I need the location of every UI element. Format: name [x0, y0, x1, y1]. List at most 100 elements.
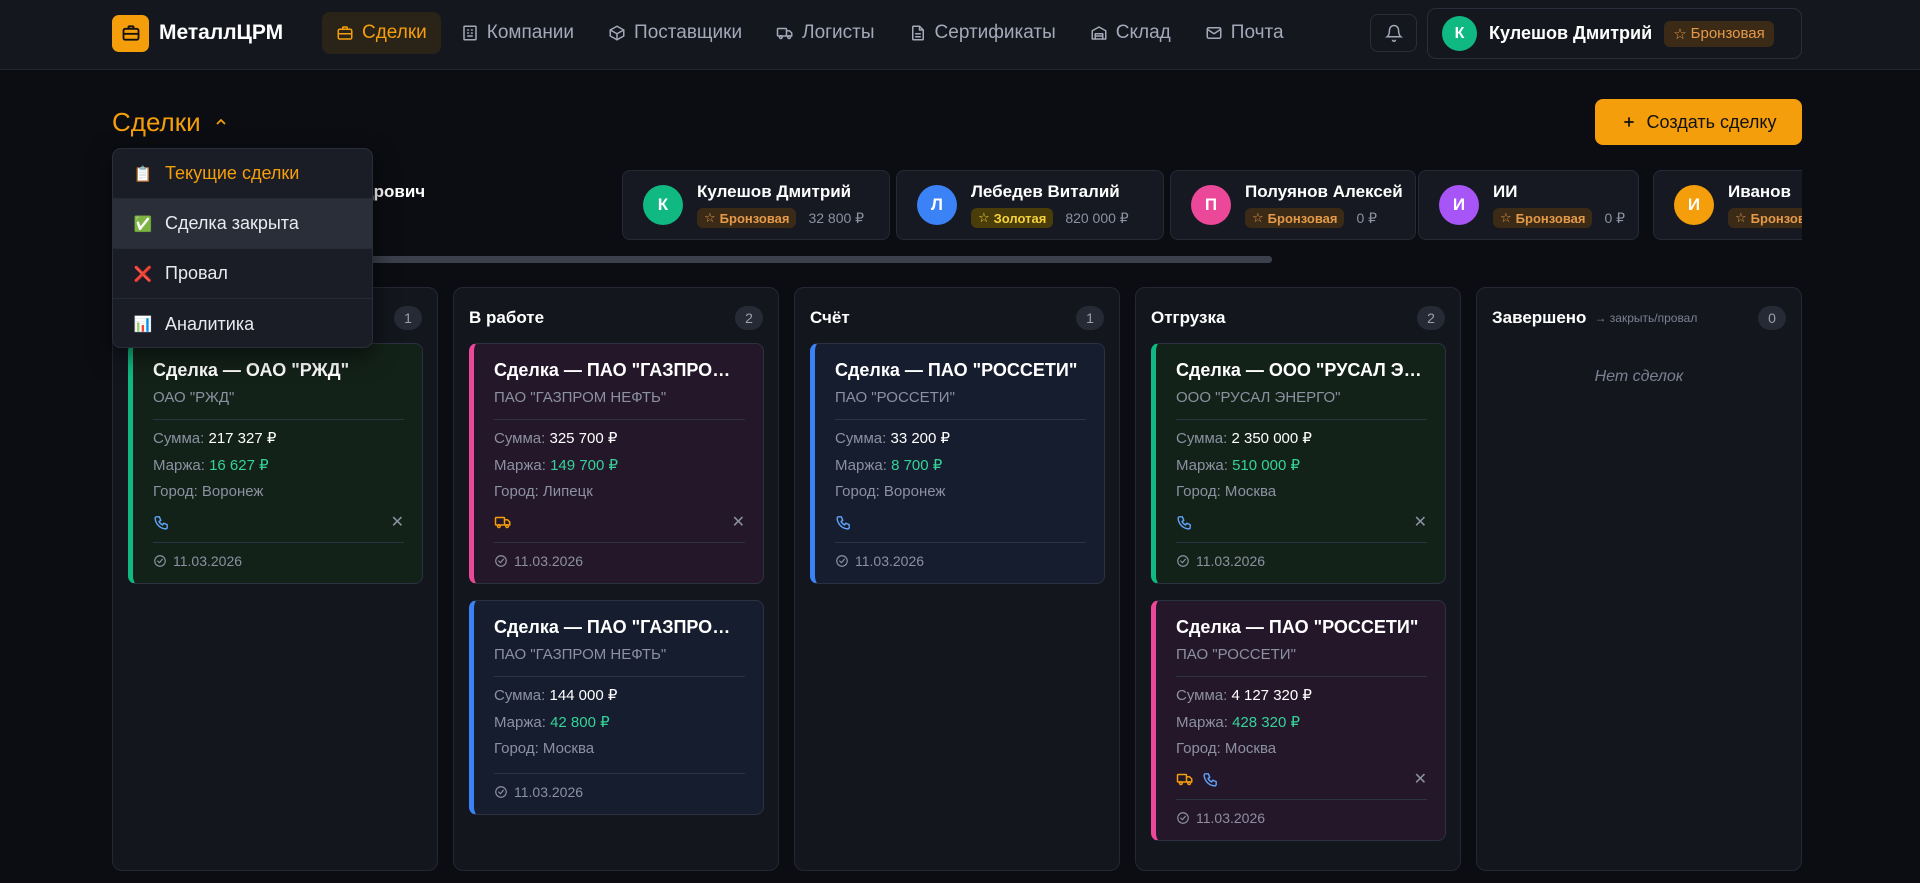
notifications-button[interactable] [1370, 14, 1417, 52]
close-icon[interactable]: ✕ [1414, 769, 1427, 789]
chevron-down-icon [1786, 33, 1787, 34]
sum-label: Сумма: [1176, 687, 1228, 704]
city-label: Город: [1176, 483, 1221, 500]
agent-card[interactable]: К Кулешов Дмитрий ☆ Бронзовая 32 800 ₽ [622, 170, 890, 240]
menu-item-1[interactable]: ✅ Сделка закрыта [113, 199, 372, 249]
nav-item-4[interactable]: Сертификаты [895, 12, 1070, 54]
board-column[interactable]: В работе 2 Сделка — ПАО "ГАЗПРОМ НЕФТЬ" ПАО… [453, 287, 779, 871]
deal-margin: 510 000 ₽ [1232, 457, 1301, 474]
briefcase-logo-icon [112, 14, 149, 52]
menu-item-3[interactable]: 📊 Аналитика [113, 299, 372, 347]
nav-item-1[interactable]: Компании [447, 12, 588, 54]
nav-item-label: Сделки [362, 22, 427, 43]
check-circle-icon [836, 555, 848, 567]
sum-label: Сумма: [494, 687, 546, 704]
nav-item-5[interactable]: Склад [1076, 12, 1185, 54]
top-navbar: МеталлЦРМ Сделки Компании Поставщики Логист… [0, 0, 1920, 70]
agent-tier-label: Бронзовая [719, 210, 790, 226]
deal-card[interactable]: Сделка — ОАО "РЖД" ОАО "РЖД" Сумма: 217 32… [128, 343, 423, 584]
deal-sum-row: Сумма: 144 000 ₽ [494, 686, 745, 704]
nav-item-label: Почта [1230, 22, 1284, 43]
document-icon [911, 25, 924, 41]
close-icon[interactable]: ✕ [732, 512, 745, 532]
column-subtitle: → закрыть/провал [1594, 311, 1698, 325]
deal-date-row: 11.03.2026 [1176, 799, 1427, 840]
board-column[interactable]: 1 Сделка — ОАО "РЖД" ОАО "РЖД" Сумма: 217 3… [112, 287, 438, 871]
board-column[interactable]: Завершено → закрыть/провал 0 Нет сделок [1476, 287, 1802, 871]
agent-avatar: И [1674, 185, 1714, 225]
deal-margin: 42 800 ₽ [550, 714, 610, 731]
plus-icon [1623, 117, 1634, 127]
create-deal-button[interactable]: Создать сделку [1595, 99, 1802, 145]
deal-city-row: Город: Воронеж [835, 483, 1086, 500]
check-circle-icon [495, 555, 507, 567]
margin-label: Маржа: [835, 457, 887, 474]
agent-meta: ☆ Золотая 820 000 ₽ [971, 208, 1129, 228]
agent-card[interactable]: И ИИ ☆ Бронзовая 0 ₽ [1418, 170, 1639, 240]
deal-sum: 2 350 000 ₽ [1231, 430, 1312, 447]
empty-column-text: Нет сделок [1594, 368, 1684, 385]
deal-card[interactable]: Сделка — ПАО "ГАЗПРОМ НЕФТЬ" ПАО "ГАЗПРОМ… [469, 600, 764, 815]
agent-card[interactable]: П Полуянов Алексей ☆ Бронзовая 0 ₽ [1170, 170, 1416, 240]
agent-tier-badge: ☆ Золотая [971, 208, 1054, 228]
deal-card[interactable]: Сделка — ООО "РУСАЛ ЭНЕРГО" ООО "РУСАЛ ЭН… [1151, 343, 1446, 584]
user-menu[interactable]: К Кулешов Дмитрий ☆ Бронзовая [1427, 8, 1802, 59]
agent-card[interactable]: Л Лебедев Виталий ☆ Золотая 820 000 ₽ [896, 170, 1164, 240]
agent-tier-label: Бронзовая [1515, 210, 1586, 226]
deal-city-row: Город: Воронеж [153, 483, 404, 500]
checkmark-icon: ✅ [133, 215, 153, 233]
menu-item-0[interactable]: 📋 Текущие сделки [113, 149, 372, 199]
chevron-up-icon [216, 118, 226, 125]
deal-date: 11.03.2026 [855, 553, 925, 569]
agent-name: ИИ [1493, 182, 1518, 201]
nav-item-0[interactable]: Сделки [322, 12, 441, 54]
nav-item-3[interactable]: Логисты [762, 12, 888, 54]
agent-card[interactable]: И Иванов ☆Бронзовая [1653, 170, 1802, 240]
agent-amount: 0 ₽ [1604, 209, 1626, 226]
city-label: Город: [494, 483, 539, 500]
truck-icon [494, 516, 511, 529]
bar-chart-icon: 📊 [133, 316, 153, 333]
nav-item-2[interactable]: Поставщики [594, 12, 756, 54]
agent-amount: 820 000 ₽ [1065, 209, 1129, 226]
board-column[interactable]: Отгрузка 2 Сделка — ООО "РУСАЛ ЭНЕРГО" ООО … [1135, 287, 1461, 871]
deal-date-row: 11.03.2026 [494, 542, 745, 583]
page-title: Сделки [112, 106, 201, 137]
clipboard-icon: 📋 [133, 165, 153, 183]
deal-title: Сделка — ОАО "РЖД" [153, 360, 350, 380]
check-circle-icon [495, 786, 507, 798]
deal-company: ООО "РУСАЛ ЭНЕРГО" [1176, 389, 1341, 406]
agent-info: Иванов ☆Бронзовая [1728, 182, 1802, 228]
deal-margin-row: Маржа: 42 800 ₽ [494, 713, 745, 731]
divider [1176, 676, 1427, 677]
sum-label: Сумма: [1176, 430, 1228, 447]
close-icon[interactable]: ✕ [1414, 512, 1427, 532]
margin-label: Маржа: [1176, 457, 1228, 474]
agent-tier-label: Бронзовая [1750, 210, 1802, 226]
deal-sum: 4 127 320 ₽ [1231, 687, 1312, 704]
close-icon[interactable]: ✕ [391, 512, 404, 532]
page-title-dropdown[interactable]: Сделки [112, 106, 229, 138]
user-tier-label: Бронзовая [1690, 25, 1765, 42]
deal-sum-row: Сумма: 33 200 ₽ [835, 429, 1086, 447]
menu-item-2[interactable]: ❌ Провал [113, 249, 372, 299]
star-icon: ☆ [1735, 210, 1747, 225]
warehouse-icon [1091, 26, 1107, 40]
deal-margin: 8 700 ₽ [891, 457, 943, 474]
phone-icon [836, 515, 850, 530]
deal-card[interactable]: Сделка — ПАО "РОССЕТИ" ПАО "РОССЕТИ" Сумма… [810, 343, 1105, 584]
deal-card[interactable]: Сделка — ПАО "РОССЕТИ" ПАО "РОССЕТИ" Сумма… [1151, 600, 1446, 841]
truck-icon [776, 27, 793, 40]
nav-item-6[interactable]: Почта [1191, 12, 1298, 54]
app-logo[interactable]: МеталлЦРМ [112, 14, 283, 52]
deal-sum-row: Сумма: 325 700 ₽ [494, 429, 745, 447]
deal-card[interactable]: Сделка — ПАО "ГАЗПРОМ НЕФТЬ" ПАО "ГАЗПРОМ… [469, 343, 764, 584]
check-circle-icon [1177, 555, 1189, 567]
column-header: Счёт 1 [810, 306, 1104, 330]
agent-tier-badge: ☆Бронзовая [1245, 208, 1345, 228]
deal-city: Воронеж [201, 483, 264, 500]
menu-item-label: Сделка закрыта [165, 213, 299, 233]
divider [153, 419, 404, 420]
agent-name: Лебедев Виталий [971, 182, 1120, 201]
board-column[interactable]: Счёт 1 Сделка — ПАО "РОССЕТИ" ПАО "РОССЕТИ"… [794, 287, 1120, 871]
